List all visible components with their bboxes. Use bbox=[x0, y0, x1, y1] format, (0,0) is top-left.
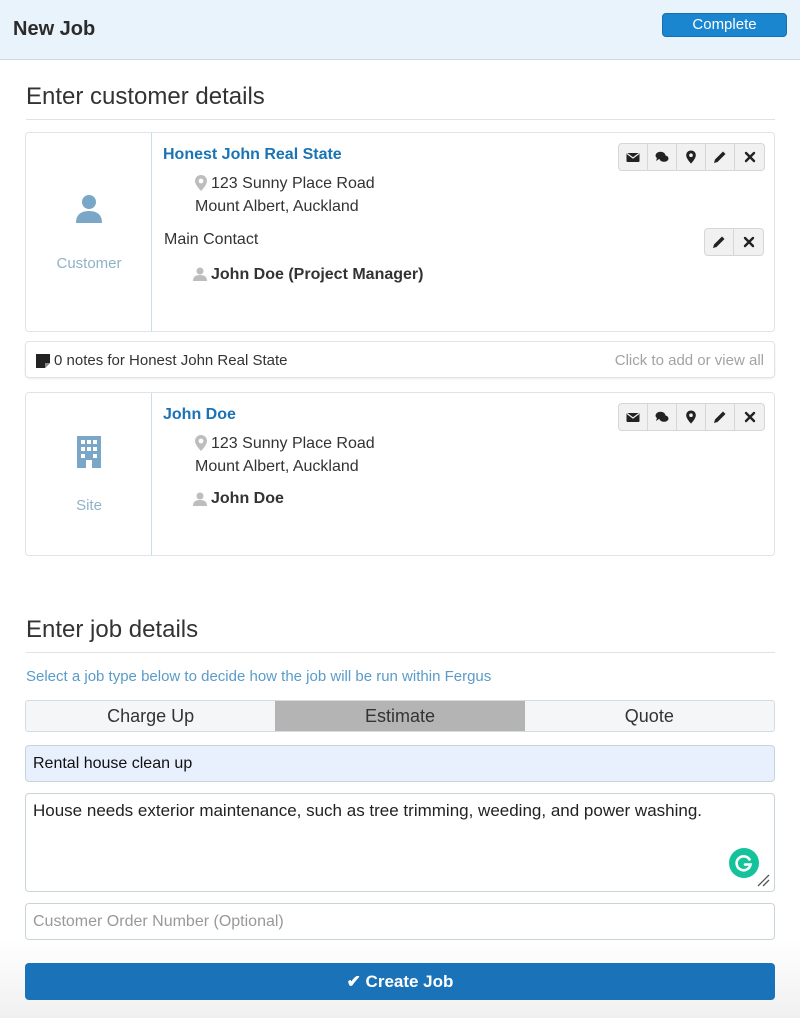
customer-address-line2: Mount Albert, Auckland bbox=[195, 198, 359, 215]
site-message-button[interactable] bbox=[648, 404, 677, 430]
map-marker-icon bbox=[195, 435, 207, 451]
remove-customer-button[interactable] bbox=[735, 144, 764, 170]
customer-action-group bbox=[618, 143, 765, 171]
remove-site-button[interactable] bbox=[735, 404, 764, 430]
site-action-group bbox=[618, 403, 765, 431]
section-divider bbox=[26, 119, 775, 120]
customer-order-number-input[interactable] bbox=[25, 903, 775, 940]
contact-action-group bbox=[704, 228, 764, 256]
user-icon bbox=[76, 195, 102, 223]
sticky-note-icon bbox=[36, 354, 50, 368]
site-address-line2: Mount Albert, Auckland bbox=[195, 458, 359, 475]
map-marker-icon bbox=[686, 150, 696, 164]
envelope-icon bbox=[626, 153, 640, 162]
job-section-title: Enter job details bbox=[26, 616, 199, 643]
grammarly-icon bbox=[735, 855, 753, 872]
job-type-charge-up[interactable]: Charge Up bbox=[26, 701, 275, 731]
pencil-icon bbox=[714, 151, 726, 163]
page-header: New Job Complete bbox=[0, 0, 800, 60]
job-type-quote[interactable]: Quote bbox=[525, 701, 774, 731]
site-map-button[interactable] bbox=[677, 404, 706, 430]
email-button[interactable] bbox=[619, 144, 648, 170]
pencil-icon bbox=[713, 236, 725, 248]
site-contact-name: John Doe bbox=[211, 490, 284, 507]
site-card: Site John Doe 123 Sunny Place Road Mount… bbox=[25, 392, 775, 556]
building-icon bbox=[77, 436, 101, 468]
remove-contact-button[interactable] bbox=[734, 229, 763, 255]
site-label: Site bbox=[76, 497, 102, 514]
customer-notes-bar[interactable]: 0 notes for Honest John Real State Click… bbox=[25, 341, 775, 378]
map-marker-icon bbox=[686, 410, 696, 424]
edit-site-button[interactable] bbox=[706, 404, 735, 430]
site-email-button[interactable] bbox=[619, 404, 648, 430]
person-icon bbox=[193, 267, 207, 281]
job-title-input[interactable] bbox=[25, 745, 775, 782]
customer-section-title: Enter customer details bbox=[26, 83, 265, 110]
comments-icon bbox=[655, 151, 669, 162]
comments-icon bbox=[655, 411, 669, 422]
person-icon bbox=[193, 492, 207, 506]
job-type-selector: Charge Up Estimate Quote bbox=[25, 700, 775, 732]
customer-card: Customer Honest John Real State 123 Sunn… bbox=[25, 132, 775, 332]
map-marker-icon bbox=[195, 175, 207, 191]
page-title: New Job bbox=[13, 18, 96, 40]
notes-hint: Click to add or view all bbox=[614, 352, 764, 369]
job-type-hint: Select a job type below to decide how th… bbox=[26, 668, 492, 685]
job-type-estimate[interactable]: Estimate bbox=[275, 701, 525, 731]
main-contact-label: Main Contact bbox=[164, 231, 259, 248]
customer-address-line1: 123 Sunny Place Road bbox=[211, 175, 375, 192]
site-name-link[interactable]: John Doe bbox=[163, 406, 236, 424]
grammarly-button[interactable] bbox=[729, 848, 759, 878]
pencil-icon bbox=[714, 411, 726, 423]
notes-count-text: 0 notes for Honest John Real State bbox=[54, 352, 288, 369]
edit-contact-button[interactable] bbox=[705, 229, 734, 255]
section-divider bbox=[26, 652, 775, 653]
site-type-panel: Site bbox=[26, 393, 152, 555]
customer-type-panel: Customer bbox=[26, 133, 152, 331]
main-contact-name: John Doe (Project Manager) bbox=[211, 266, 424, 283]
map-button[interactable] bbox=[677, 144, 706, 170]
resize-handle-icon[interactable] bbox=[756, 873, 770, 887]
site-address-line1: 123 Sunny Place Road bbox=[211, 435, 375, 452]
message-button[interactable] bbox=[648, 144, 677, 170]
times-icon bbox=[744, 151, 755, 163]
customer-name-link[interactable]: Honest John Real State bbox=[163, 146, 342, 164]
create-job-button[interactable]: ✔ Create Job bbox=[25, 963, 775, 1000]
complete-button[interactable]: Complete bbox=[662, 13, 787, 37]
edit-customer-button[interactable] bbox=[706, 144, 735, 170]
times-icon bbox=[743, 236, 754, 248]
customer-label: Customer bbox=[56, 255, 122, 272]
times-icon bbox=[744, 411, 755, 423]
envelope-icon bbox=[626, 413, 640, 422]
job-description-textarea[interactable]: House needs exterior maintenance, such a… bbox=[25, 793, 775, 892]
